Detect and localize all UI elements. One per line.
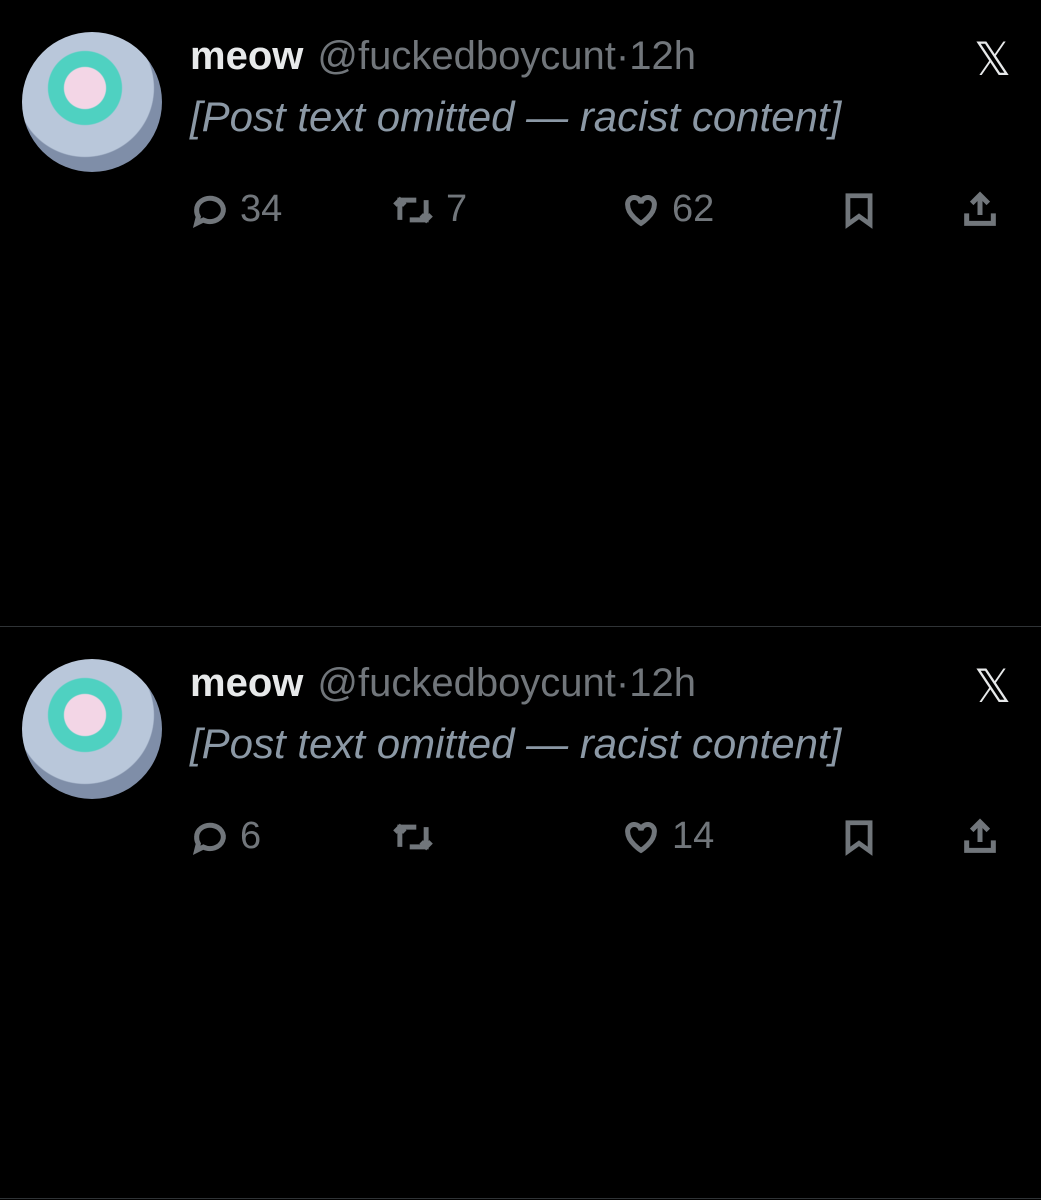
bookmark-icon [845,819,873,856]
separator-dot: · [615,661,630,705]
reply-button[interactable]: 6 [190,815,390,858]
like-button[interactable]: 62 [620,188,840,231]
post-text: [Post text omitted — racist content] [190,720,842,767]
reply-icon [192,195,226,228]
x-logo-icon: 𝕏 [973,660,1011,712]
repost-icon [393,196,433,223]
reply-icon [192,822,226,855]
share-button[interactable] [960,190,1000,230]
post-text: [Post text omitted — racist content] [190,93,842,140]
user-handle[interactable]: @fuckedboycunt [317,30,616,82]
like-count: 62 [672,188,715,230]
share-icon [964,817,996,853]
repost-count: 7 [446,188,468,230]
timestamp[interactable]: 12h [629,657,696,709]
reply-count: 6 [240,815,262,857]
post-header: meow @fuckedboycunt · 12h [190,657,1011,709]
bookmark-icon [845,192,873,229]
avatar[interactable] [22,659,162,799]
repost-icon [393,823,433,850]
post[interactable]: 𝕏 meow @fuckedboycunt · 12h [Post text o… [0,0,1041,627]
like-count: 14 [672,815,715,857]
user-handle[interactable]: @fuckedboycunt [317,657,616,709]
repost-button[interactable] [390,817,620,857]
reply-count: 34 [240,188,283,230]
separator-dot: · [615,34,630,78]
bookmark-button[interactable] [840,190,960,230]
post[interactable]: 𝕏 meow @fuckedboycunt · 12h [Post text o… [0,627,1041,1199]
timestamp[interactable]: 12h [629,30,696,82]
repost-button[interactable]: 7 [390,188,620,231]
display-name[interactable]: meow [190,657,303,709]
action-bar: 6 14 [190,815,1010,858]
reply-button[interactable]: 34 [190,188,390,231]
avatar[interactable] [22,32,162,172]
heart-icon [625,194,657,226]
share-button[interactable] [960,817,1000,857]
post-header: meow @fuckedboycunt · 12h [190,30,1011,82]
bookmark-button[interactable] [840,817,960,857]
action-bar: 34 7 62 [190,188,1010,231]
heart-icon [625,821,657,853]
share-icon [964,190,996,226]
x-logo-icon: 𝕏 [973,33,1011,85]
like-button[interactable]: 14 [620,815,840,858]
display-name[interactable]: meow [190,30,303,82]
